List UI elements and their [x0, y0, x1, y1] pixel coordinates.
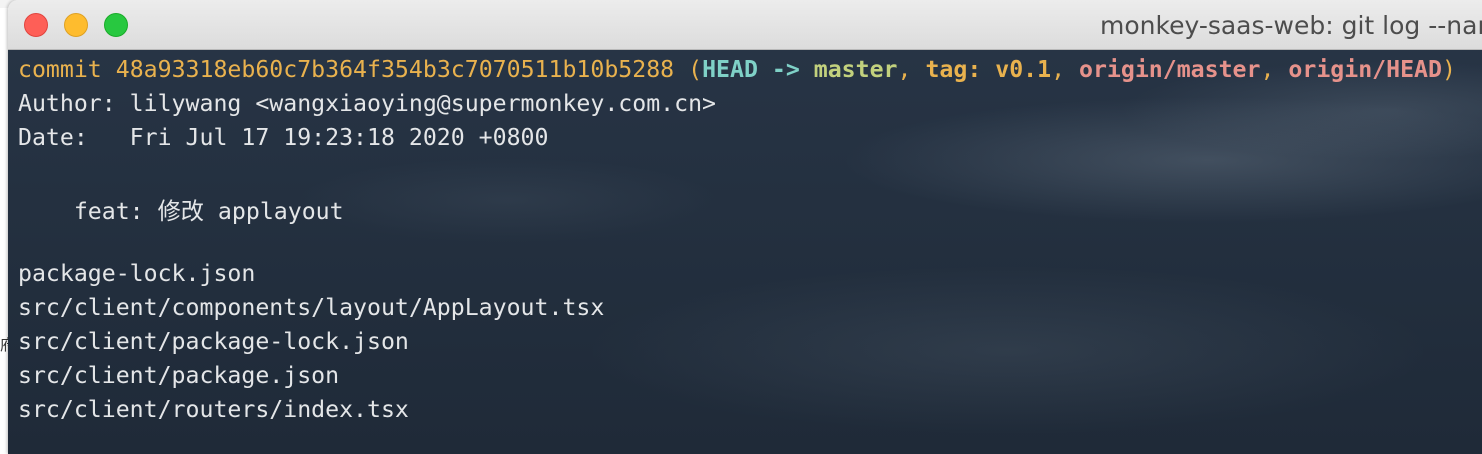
ref-origin-head: origin/HEAD	[1288, 56, 1442, 83]
terminal-output[interactable]: commit 48a93318eb60c7b364f354b3c7070511b…	[8, 50, 1482, 454]
author-line: Author: lilywang <wangxiaoying@supermonk…	[18, 90, 717, 117]
refs-open: (	[674, 56, 703, 83]
commit-message: feat: 修改 applayout	[18, 198, 344, 225]
ref-origin-master: origin/master	[1079, 56, 1261, 83]
title-bar[interactable]: monkey-saas-web: git log --nar	[8, 0, 1482, 50]
close-window-button[interactable]	[24, 13, 48, 37]
commit-hash: 48a93318eb60c7b364f354b3c7070511b10b5288	[115, 56, 675, 83]
file-list-item: src/client/package.json	[18, 362, 340, 389]
file-list-item: src/client/components/layout/AppLayout.t…	[18, 294, 605, 321]
ref-separator: ,	[897, 56, 926, 83]
zoom-window-button[interactable]	[104, 13, 128, 37]
date-line: Date: Fri Jul 17 19:23:18 2020 +0800	[18, 124, 549, 151]
minimize-window-button[interactable]	[64, 13, 88, 37]
ref-branch: master	[813, 56, 898, 83]
ref-tag: tag: v0.1	[925, 56, 1052, 83]
file-list-item: src/client/routers/index.tsx	[18, 396, 409, 423]
commit-line: commit 48a93318eb60c7b364f354b3c7070511b…	[18, 56, 1456, 90]
ref-head: HEAD	[702, 56, 758, 83]
refs-close: )	[1441, 56, 1456, 83]
ref-separator: ,	[1260, 56, 1289, 83]
ref-arrow: ->	[757, 56, 814, 83]
ref-separator: ,	[1051, 56, 1079, 83]
terminal-window[interactable]: monkey-saas-web: git log --nar commit 48…	[8, 0, 1482, 454]
file-list-item: src/client/package-lock.json	[18, 328, 409, 355]
window-title: monkey-saas-web: git log --nar	[1100, 11, 1482, 40]
commit-label: commit	[18, 56, 116, 83]
file-list-item: package-lock.json	[18, 260, 256, 287]
